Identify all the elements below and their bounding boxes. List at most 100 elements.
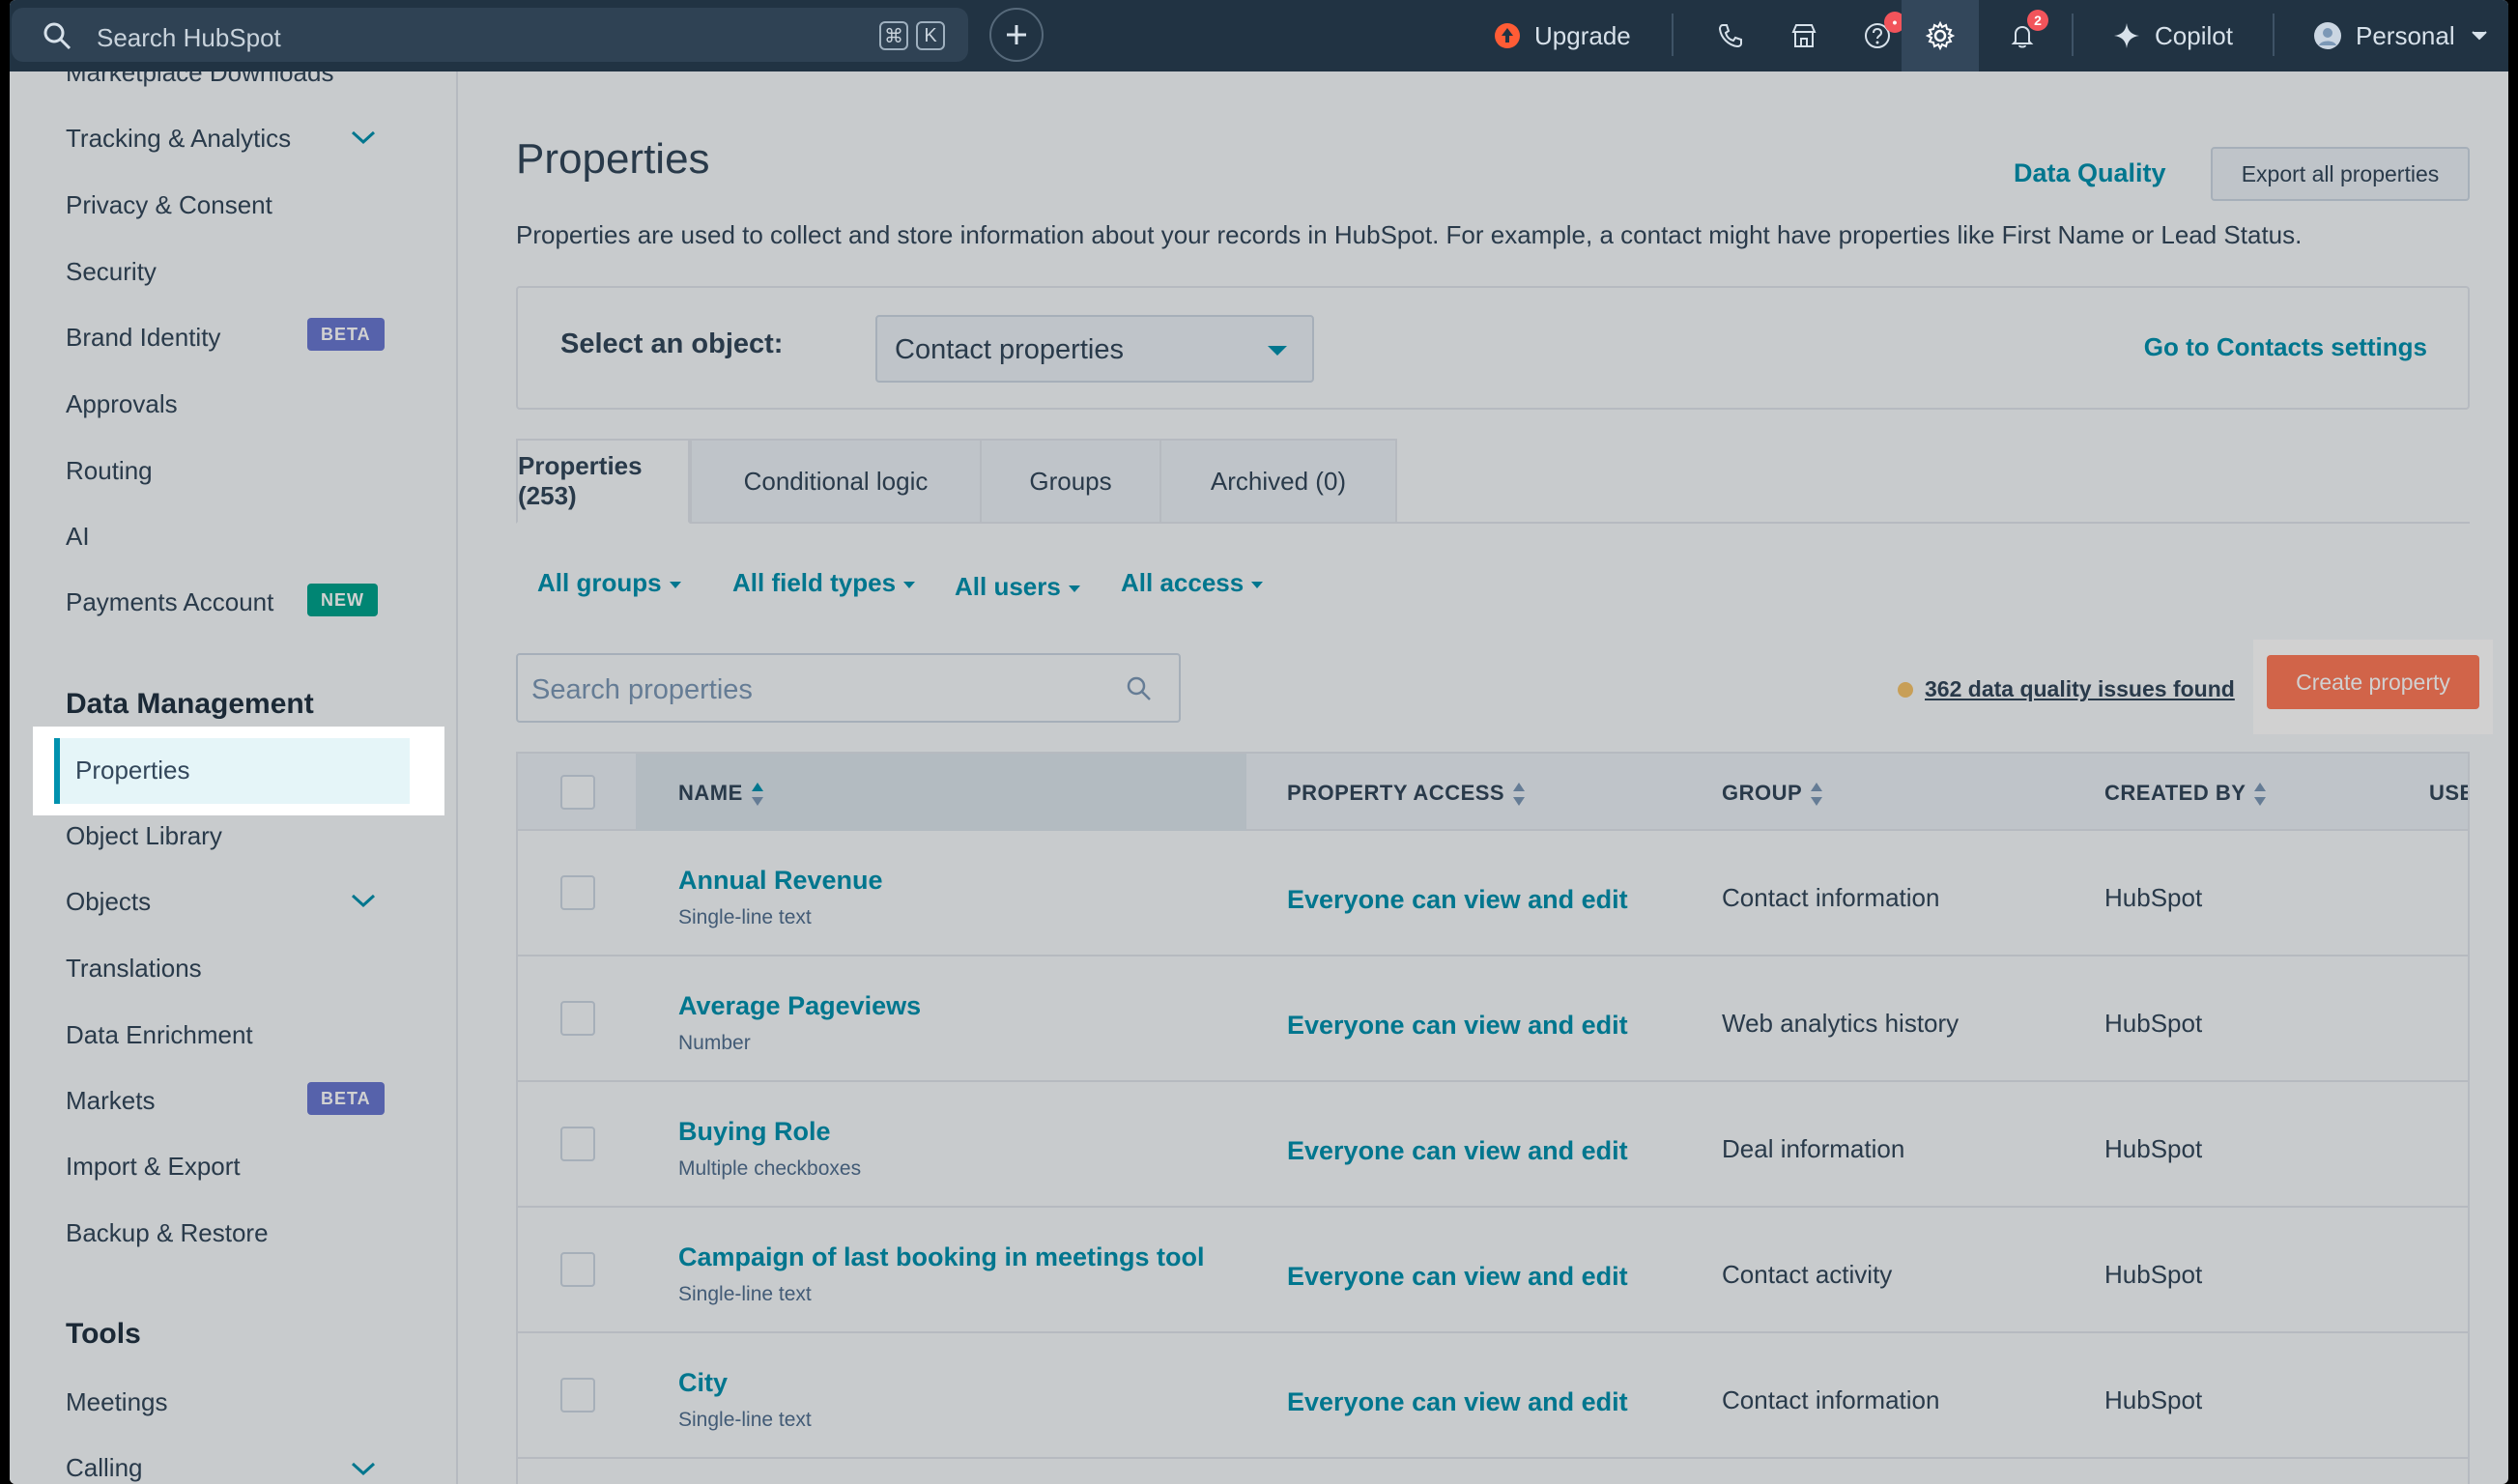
create-property-button[interactable]: Create property bbox=[2267, 655, 2479, 709]
calling-button[interactable] bbox=[1716, 0, 1745, 71]
sidebar-item-ai[interactable]: AI bbox=[66, 522, 90, 552]
column-header-group[interactable]: GROUP bbox=[1722, 781, 1823, 807]
sidebar-item-calling[interactable]: Calling bbox=[66, 1453, 143, 1483]
property-created-by: HubSpot bbox=[2104, 1260, 2203, 1289]
filter-label: All field types bbox=[732, 568, 897, 597]
property-access-link[interactable]: Everyone can view and edit bbox=[1287, 1136, 1628, 1166]
property-type: Single-line text bbox=[678, 906, 812, 928]
column-header-created-by[interactable]: CREATED BY bbox=[2104, 781, 2267, 807]
property-name-link[interactable]: City bbox=[678, 1368, 728, 1398]
marketplace-button[interactable] bbox=[1789, 0, 1818, 71]
sidebar-item-objects[interactable]: Objects bbox=[66, 887, 151, 917]
topbar-divider bbox=[2072, 14, 2074, 56]
sidebar-section-data-management: Data Management bbox=[66, 688, 314, 720]
sparkle-icon bbox=[2114, 23, 2139, 48]
sidebar-item-object-library[interactable]: Object Library bbox=[66, 821, 222, 851]
sidebar-item-import-export[interactable]: Import & Export bbox=[66, 1152, 241, 1182]
caret-down-icon bbox=[903, 581, 916, 588]
property-group: Web analytics history bbox=[1722, 1009, 1960, 1038]
sidebar-item-markets[interactable]: Markets bbox=[66, 1086, 155, 1116]
account-menu[interactable]: Personal bbox=[2313, 0, 2488, 71]
property-name-link[interactable]: Average Pageviews bbox=[678, 991, 921, 1021]
global-search-box[interactable]: Search HubSpot ⌘ K bbox=[12, 8, 968, 62]
go-to-contacts-settings-link[interactable]: Go to Contacts settings bbox=[2144, 332, 2427, 362]
column-header-label: GROUP bbox=[1722, 781, 1803, 805]
sidebar-item-security[interactable]: Security bbox=[66, 257, 157, 287]
property-name-link[interactable]: Annual Revenue bbox=[678, 866, 883, 896]
row-checkbox[interactable] bbox=[560, 875, 595, 910]
column-header-property-access[interactable]: PROPERTY ACCESS bbox=[1287, 781, 1526, 807]
properties-table: NAME PROPERTY ACCESS GROUP CREATED BY US… bbox=[516, 752, 2470, 1484]
properties-highlight: Properties bbox=[33, 727, 444, 815]
property-access-link[interactable]: Everyone can view and edit bbox=[1287, 1262, 1628, 1292]
chevron-down-icon bbox=[2471, 31, 2487, 41]
row-checkbox[interactable] bbox=[560, 1378, 595, 1413]
sidebar-item-marketplace-downloads[interactable]: Marketplace Downloads bbox=[66, 71, 333, 88]
sidebar-item-approvals[interactable]: Approvals bbox=[66, 389, 178, 419]
data-quality-issues-link[interactable]: 362 data quality issues found bbox=[1925, 676, 2235, 702]
property-name-link[interactable]: Campaign of last booking in meetings too… bbox=[678, 1242, 1205, 1272]
copilot-button[interactable]: Copilot bbox=[2112, 0, 2233, 71]
property-access-link[interactable]: Everyone can view and edit bbox=[1287, 1387, 1628, 1417]
notifications-button[interactable]: 2 bbox=[2008, 0, 2048, 71]
upgrade-button[interactable]: Upgrade bbox=[1494, 0, 1631, 71]
sidebar-item-privacy-consent[interactable]: Privacy & Consent bbox=[66, 190, 272, 220]
property-created-by: HubSpot bbox=[2104, 1385, 2203, 1414]
filter-label: All access bbox=[1121, 568, 1245, 597]
sidebar-section-tools: Tools bbox=[66, 1318, 141, 1350]
tab-archived[interactable]: Archived (0) bbox=[1159, 439, 1397, 524]
upgrade-label: Upgrade bbox=[1534, 20, 1631, 50]
caret-down-icon bbox=[1251, 581, 1264, 588]
table-row: Buying Role Multiple checkboxes Everyone… bbox=[518, 1082, 2468, 1208]
sort-icon bbox=[2254, 783, 2267, 807]
caret-down-icon bbox=[669, 581, 681, 588]
data-quality-link[interactable]: Data Quality bbox=[2014, 158, 2166, 188]
chevron-down-icon[interactable] bbox=[350, 1459, 377, 1478]
sidebar-item-translations[interactable]: Translations bbox=[66, 954, 202, 984]
sidebar-item-tracking-analytics[interactable]: Tracking & Analytics bbox=[66, 124, 291, 154]
row-checkbox[interactable] bbox=[560, 1252, 595, 1287]
chevron-down-icon[interactable] bbox=[350, 128, 377, 147]
create-property-highlight: Create property bbox=[2253, 640, 2493, 734]
sidebar-item-meetings[interactable]: Meetings bbox=[66, 1387, 168, 1417]
tab-groups[interactable]: Groups bbox=[980, 439, 1161, 524]
export-all-properties-button[interactable]: Export all properties bbox=[2211, 147, 2470, 201]
beta-badge: BETA bbox=[307, 1082, 385, 1115]
select-all-checkbox[interactable] bbox=[560, 775, 595, 810]
upgrade-icon bbox=[1495, 23, 1520, 48]
sidebar-item-properties-highlighted[interactable]: Properties bbox=[75, 756, 190, 785]
create-new-button[interactable] bbox=[989, 8, 1044, 62]
sidebar-item-routing[interactable]: Routing bbox=[66, 456, 153, 486]
properties-search-placeholder: Search properties bbox=[531, 674, 753, 705]
chevron-down-icon[interactable] bbox=[350, 891, 377, 910]
global-search-placeholder: Search HubSpot bbox=[97, 23, 281, 52]
properties-search-input[interactable]: Search properties bbox=[516, 653, 1181, 723]
settings-button[interactable] bbox=[1902, 0, 1979, 71]
property-name-link[interactable]: Buying Role bbox=[678, 1117, 831, 1147]
caret-down-icon bbox=[1068, 585, 1080, 592]
column-header-label: NAME bbox=[678, 781, 743, 805]
property-access-link[interactable]: Everyone can view and edit bbox=[1287, 885, 1628, 915]
object-select-dropdown[interactable]: Contact properties bbox=[875, 315, 1314, 383]
row-checkbox[interactable] bbox=[560, 1001, 595, 1036]
filter-all-groups[interactable]: All groups bbox=[537, 568, 681, 598]
help-button[interactable]: • bbox=[1863, 0, 1905, 71]
sort-icon bbox=[1811, 783, 1823, 807]
column-header-name[interactable]: NAME bbox=[678, 781, 764, 807]
tab-properties[interactable]: Properties (253) bbox=[516, 439, 690, 524]
row-checkbox[interactable] bbox=[560, 1127, 595, 1161]
search-icon bbox=[1127, 676, 1151, 700]
sidebar-item-brand-identity[interactable]: Brand Identity bbox=[66, 323, 220, 353]
filter-all-users[interactable]: All users bbox=[955, 572, 1080, 602]
column-header-used-in[interactable]: USE bbox=[2429, 781, 2468, 806]
filter-all-field-types[interactable]: All field types bbox=[732, 568, 916, 598]
filter-all-access[interactable]: All access bbox=[1121, 568, 1264, 598]
app-window: Search HubSpot ⌘ K Upgrade • 2 Copilot P… bbox=[10, 0, 2508, 1484]
tab-conditional-logic[interactable]: Conditional logic bbox=[690, 439, 982, 524]
sidebar-item-payments-account[interactable]: Payments Account bbox=[66, 587, 273, 617]
object-select-value: Contact properties bbox=[895, 334, 1124, 365]
marketplace-icon bbox=[1791, 24, 1817, 47]
sidebar-item-data-enrichment[interactable]: Data Enrichment bbox=[66, 1020, 253, 1050]
sidebar-item-backup-restore[interactable]: Backup & Restore bbox=[66, 1218, 269, 1248]
property-access-link[interactable]: Everyone can view and edit bbox=[1287, 1011, 1628, 1041]
